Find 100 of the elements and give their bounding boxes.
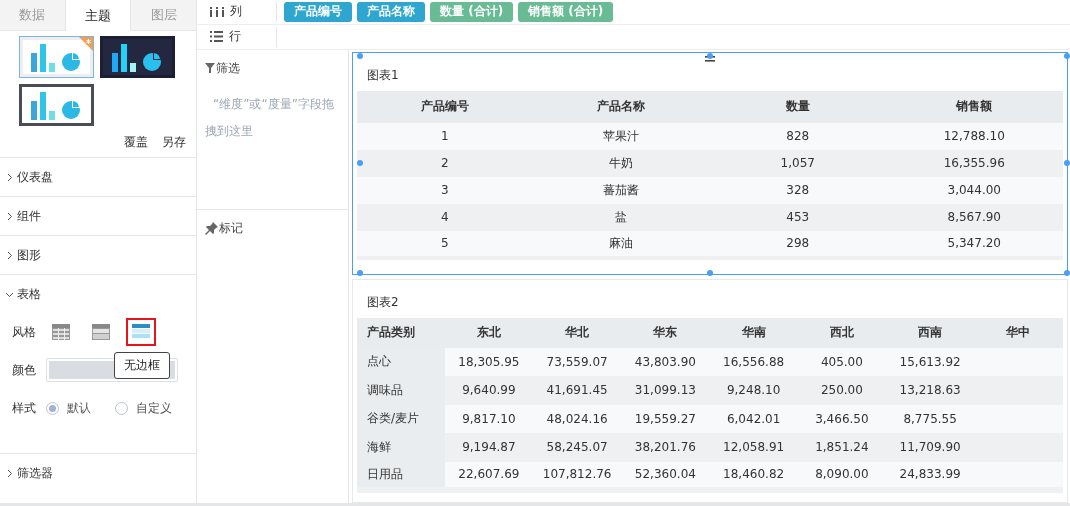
- style-label: 风格: [12, 323, 36, 341]
- table-cell: 1,057: [710, 149, 887, 177]
- star-corner-icon: [79, 37, 93, 51]
- chevron-icon: [5, 211, 14, 221]
- table-cell: 盐: [533, 203, 710, 231]
- section-header[interactable]: 表格: [0, 275, 196, 313]
- chevron-icon: [5, 468, 14, 478]
- filter-title: 筛选: [216, 59, 240, 77]
- filter-icon: [205, 63, 215, 73]
- table-cell: 3,044.00: [886, 176, 1063, 204]
- column-header: 销售额: [886, 90, 1063, 123]
- section-header[interactable]: 组件: [0, 197, 196, 235]
- rows-icon: [210, 31, 223, 43]
- table-cell: 4: [357, 203, 534, 231]
- section-header[interactable]: 图形: [0, 236, 196, 274]
- shelf-label: 行: [229, 28, 241, 46]
- drop-hint: “维度”或“度量”字段拖拽到这里: [205, 95, 335, 140]
- table-cell: 9,640.99: [445, 376, 534, 405]
- table-cell: 58,245.07: [533, 433, 622, 462]
- table-cell: 8,567.90: [886, 203, 1063, 231]
- row-header: 点心: [357, 347, 446, 376]
- table-cell: 1,851.24: [798, 433, 887, 462]
- color-field[interactable]: [46, 358, 178, 382]
- row-header: 调味品: [357, 376, 446, 405]
- chart-card[interactable]: [352, 278, 1068, 503]
- resize-handle[interactable]: [357, 52, 363, 59]
- columns-icon: [210, 6, 224, 17]
- theme-thumbnail[interactable]: [100, 36, 175, 78]
- chevron-icon: [5, 172, 14, 182]
- table-cell: 9,248.10: [710, 376, 799, 405]
- format-radio[interactable]: 自定义: [115, 399, 172, 417]
- table-cell: 41,691.45: [533, 376, 622, 405]
- column-header: 华北: [533, 317, 622, 348]
- table-cell: 麻油: [533, 230, 710, 258]
- theme-thumbnail[interactable]: [19, 36, 94, 78]
- column-header: 西北: [798, 317, 887, 348]
- table-cell: 22,607.69: [445, 461, 534, 490]
- column-header: 华东: [621, 317, 710, 348]
- table-cell: 18,305.95: [445, 347, 534, 376]
- column-header: 西南: [886, 317, 975, 348]
- table-cell: 9,817.10: [445, 404, 534, 433]
- table-cell: 9,194.87: [445, 433, 534, 462]
- table-cell: 蕃茄酱: [533, 176, 710, 204]
- theme-action-link[interactable]: 另存: [162, 134, 186, 151]
- table-cell: 328: [710, 176, 887, 204]
- row-header: 海鲜: [357, 433, 446, 462]
- column-header: 东北: [445, 317, 534, 348]
- table-cell: 11,709.90: [886, 433, 975, 462]
- chart-title: 图表1: [367, 67, 399, 84]
- table-cell: 苹果汁: [533, 122, 710, 150]
- table-cell: 3: [357, 176, 534, 204]
- column-header: 产品编号: [357, 90, 534, 123]
- color-label: 颜色: [12, 361, 36, 379]
- table-cell: 13,218.63: [886, 376, 975, 405]
- resize-handle[interactable]: [706, 270, 713, 276]
- table-cell: 250.00: [798, 376, 887, 405]
- table-cell: 298: [710, 230, 887, 258]
- theme-action-link[interactable]: 覆盖: [124, 134, 148, 151]
- table-cell: 38,201.76: [621, 433, 710, 462]
- resize-handle[interactable]: [1063, 52, 1070, 59]
- table-cell: 3,466.50: [798, 404, 887, 433]
- table-cell: 48,024.16: [533, 404, 622, 433]
- resize-handle[interactable]: [1063, 270, 1070, 276]
- shelf-label: 列: [230, 3, 242, 21]
- tooltip: 无边框: [114, 352, 170, 379]
- column-header: 产品类别: [357, 317, 446, 348]
- table-cell: 16,355.96: [886, 149, 1063, 177]
- format-radio[interactable]: 默认: [46, 399, 91, 417]
- grid-table-icon: [52, 324, 70, 340]
- chart-card[interactable]: 图表1 产品编号 产品名称 数量 销售额 1 苹果汁 828 12,788.10 2 牛奶 1,057 16,355.96 3 蕃茄酱 328 3,044.00 4 盐 453 8,567.90 5 麻油 298 5,347.20: [352, 51, 1068, 275]
- striped-table-icon: [92, 324, 110, 340]
- table-cell: 18,460.82: [710, 461, 799, 490]
- table-cell: 6,042.01: [710, 404, 799, 433]
- panel-tab[interactable]: 主题: [64, 0, 132, 31]
- column-header: 产品名称: [533, 90, 710, 123]
- table-cell: 19,559.27: [621, 404, 710, 433]
- borderless-table-icon: [132, 324, 150, 340]
- table-cell: 52,360.04: [621, 461, 710, 490]
- column-header: 华中: [974, 317, 1063, 348]
- table-cell: 5,347.20: [886, 230, 1063, 258]
- section-header[interactable]: 筛选器: [0, 454, 196, 492]
- table-cell: 43,803.90: [621, 347, 710, 376]
- theme-thumbnail[interactable]: [19, 84, 94, 126]
- table-cell: 8,090.00: [798, 461, 887, 490]
- drag-handle-icon[interactable]: [705, 55, 715, 62]
- table-cell: 牛奶: [533, 149, 710, 177]
- table-cell: 16,556.88: [710, 347, 799, 376]
- table-cell: 24,833.99: [886, 461, 975, 490]
- table-cell: 15,613.92: [886, 347, 975, 376]
- table-cell: 828: [710, 122, 887, 150]
- resize-handle[interactable]: [357, 270, 363, 276]
- table-cell: 31,099.13: [621, 376, 710, 405]
- column-header: 数量: [710, 90, 887, 123]
- table-cell: 8,775.55: [886, 404, 975, 433]
- table-cell: 107,812.76: [533, 461, 622, 490]
- table-cell: 12,058.91: [710, 433, 799, 462]
- row-header: 日用品: [357, 461, 446, 490]
- resize-handle[interactable]: [1063, 159, 1070, 166]
- chart-title: 图表2: [367, 294, 399, 311]
- section-header[interactable]: 仪表盘: [0, 158, 196, 196]
